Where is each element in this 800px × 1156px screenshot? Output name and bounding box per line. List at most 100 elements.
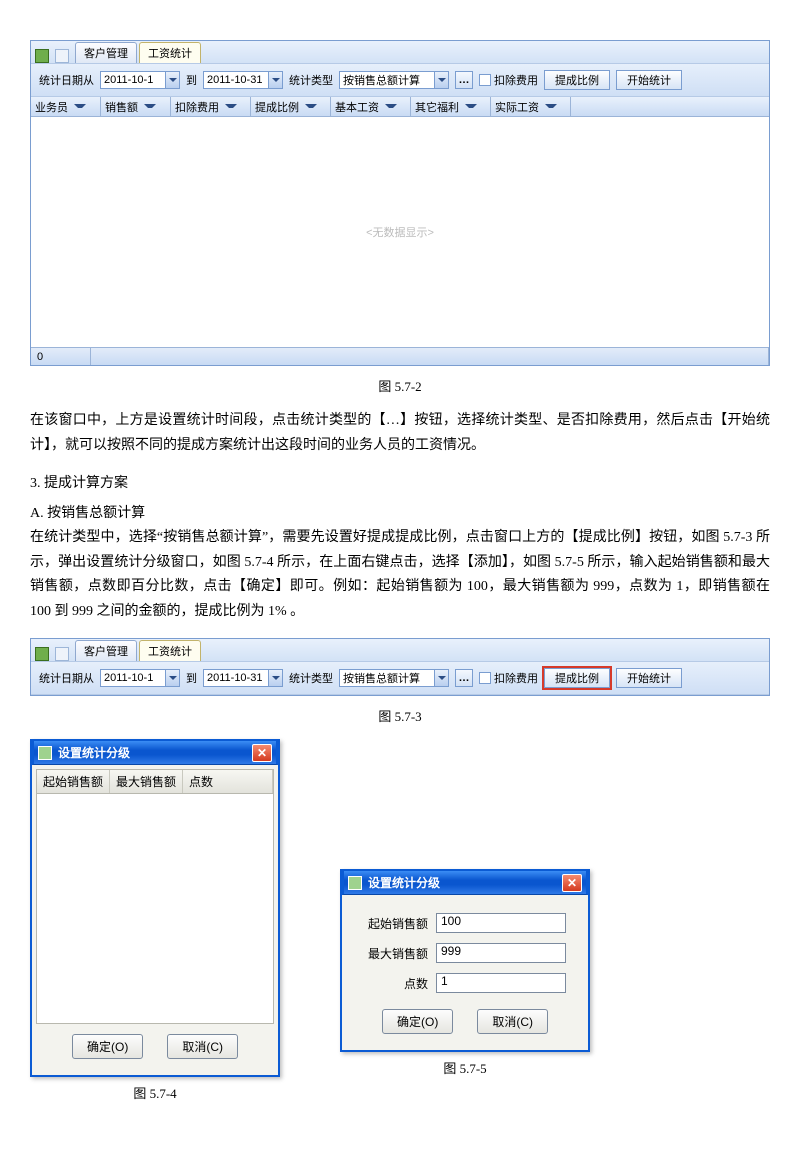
chevron-down-icon[interactable] [268,670,282,686]
panel-icon [55,647,69,661]
chevron-down-icon[interactable] [165,670,179,686]
tier-settings-dialog-empty: 设置统计分级 ✕ 起始销售额 最大销售额 点数 确定(O) 取消(C) [30,739,280,1077]
dialog-body: 起始销售额 100 最大销售额 999 点数 1 确定(O) 取消(C) [342,895,588,1050]
tier-list-body[interactable] [36,794,274,1024]
status-spacer [91,348,769,365]
max-sales-label: 最大销售额 [358,945,428,962]
window-tabs-2: 客户管理 工资统计 [31,639,769,661]
close-button[interactable]: ✕ [252,744,272,762]
points-label: 点数 [358,975,428,992]
stat-type-select[interactable]: 按销售总额计算 [339,71,449,89]
row-points: 点数 1 [358,973,572,993]
row-max-sales: 最大销售额 999 [358,943,572,963]
row-start-sales: 起始销售额 100 [358,913,572,933]
chevron-down-icon [74,101,86,112]
dialogs-row: 设置统计分级 ✕ 起始销售额 最大销售额 点数 确定(O) 取消(C) 图 5.… [30,739,770,1116]
start-stats-button[interactable]: 开始统计 [616,668,682,688]
heading-A: A. 按销售总额计算 [30,502,770,522]
stat-type-label: 统计类型 [289,72,333,88]
figure-5-7-4: 设置统计分级 ✕ 起始销售额 最大销售额 点数 确定(O) 取消(C) 图 5.… [30,739,280,1116]
tab-salary-stats[interactable]: 工资统计 [139,640,201,661]
salary-stats-window-2: 客户管理 工资统计 统计日期从 2011-10-1 到 2011-10-31 统… [30,638,770,696]
date-from-input[interactable]: 2011-10-1 [100,71,180,89]
figure-5-7-5: 设置统计分级 ✕ 起始销售额 100 最大销售额 999 点数 1 [340,869,590,1091]
date-from-input[interactable]: 2011-10-1 [100,669,180,687]
figure-caption-5-7-5: 图 5.7-5 [443,1058,486,1077]
chevron-down-icon [385,101,397,112]
checkbox-icon [479,74,491,86]
grid-column-headers: 业务员 销售额 扣除费用 提成比例 基本工资 其它福利 实际工资 [31,97,769,117]
tier-settings-dialog-form: 设置统计分级 ✕ 起始销售额 100 最大销售额 999 点数 1 [340,869,590,1052]
figure-5-7-3: 客户管理 工资统计 统计日期从 2011-10-1 到 2011-10-31 统… [30,638,770,696]
start-stats-button[interactable]: 开始统计 [616,70,682,90]
tab-salary-stats[interactable]: 工资统计 [139,42,201,63]
dialog-titlebar: 设置统计分级 ✕ [32,739,278,765]
panel-icon [55,49,69,63]
col-ratio[interactable]: 提成比例 [251,97,331,116]
date-to-input[interactable]: 2011-10-31 [203,669,283,687]
commission-ratio-button[interactable]: 提成比例 [544,70,610,90]
chevron-down-icon [225,101,237,112]
start-sales-input[interactable]: 100 [436,913,566,933]
grid-empty-body: <无数据显示> [31,117,769,347]
dialog-buttons: 确定(O) 取消(C) [36,1024,274,1071]
checkbox-icon [479,672,491,684]
chevron-down-icon[interactable] [434,72,448,88]
dialog-icon [38,746,52,760]
cancel-button[interactable]: 取消(C) [167,1034,238,1059]
tier-list-header: 起始销售额 最大销售额 点数 [36,769,274,794]
chevron-down-icon[interactable] [268,72,282,88]
empty-placeholder-text: <无数据显示> [366,224,434,240]
app-icon [35,49,49,63]
stat-type-ellipsis-button[interactable]: … [455,669,473,687]
date-to-input[interactable]: 2011-10-31 [203,71,283,89]
stats-toolbar-2: 统计日期从 2011-10-1 到 2011-10-31 统计类型 按销售总额计… [31,661,769,695]
col-start-sales: 起始销售额 [37,770,110,793]
stats-toolbar: 统计日期从 2011-10-1 到 2011-10-31 统计类型 按销售总额计… [31,63,769,97]
figure-5-7-2: 客户管理 工资统计 统计日期从 2011-10-1 到 2011-10-31 统… [30,40,770,366]
stat-type-ellipsis-button[interactable]: … [455,71,473,89]
tier-form: 起始销售额 100 最大销售额 999 点数 1 [346,899,584,999]
deduct-fee-checkbox[interactable]: 扣除费用 [479,670,538,686]
dialog-title: 设置统计分级 [368,874,440,891]
date-from-label: 统计日期从 [39,72,94,88]
dialog-body: 起始销售额 最大销售额 点数 确定(O) 取消(C) [32,765,278,1075]
dialog-title: 设置统计分级 [58,744,130,761]
date-from-label: 统计日期从 [39,670,94,686]
tab-customers[interactable]: 客户管理 [75,42,137,63]
col-actual-salary[interactable]: 实际工资 [491,97,571,116]
col-other-benefit[interactable]: 其它福利 [411,97,491,116]
dialog-icon [348,876,362,890]
tab-customers[interactable]: 客户管理 [75,640,137,661]
col-sales[interactable]: 销售额 [101,97,171,116]
window-tabs: 客户管理 工资统计 [31,41,769,63]
start-sales-label: 起始销售额 [358,915,428,932]
ok-button[interactable]: 确定(O) [382,1009,453,1034]
max-sales-input[interactable]: 999 [436,943,566,963]
figure-caption-5-7-3: 图 5.7-3 [30,706,770,725]
chevron-down-icon[interactable] [165,72,179,88]
date-to-label: 到 [186,72,197,88]
cancel-button[interactable]: 取消(C) [477,1009,548,1034]
stat-type-select[interactable]: 按销售总额计算 [339,669,449,687]
col-deduction[interactable]: 扣除费用 [171,97,251,116]
chevron-down-icon [144,101,156,112]
deduct-fee-checkbox[interactable]: 扣除费用 [479,72,538,88]
col-base-salary[interactable]: 基本工资 [331,97,411,116]
chevron-down-icon [465,101,477,112]
dialog-titlebar: 设置统计分级 ✕ [342,869,588,895]
stat-type-label: 统计类型 [289,670,333,686]
close-button[interactable]: ✕ [562,874,582,892]
chevron-down-icon[interactable] [434,670,448,686]
chevron-down-icon [305,101,317,112]
dialog-buttons: 确定(O) 取消(C) [346,999,584,1046]
status-count: 0 [31,348,91,365]
points-input[interactable]: 1 [436,973,566,993]
paragraph-2: 在统计类型中，选择“按销售总额计算”，需要先设置好提成提成比例，点击窗口上方的【… [30,526,770,624]
col-salesperson[interactable]: 业务员 [31,97,101,116]
figure-caption-5-7-4: 图 5.7-4 [133,1083,176,1102]
paragraph-1: 在该窗口中，上方是设置统计时间段，点击统计类型的【…】按钮，选择统计类型、是否扣… [30,409,770,458]
ok-button[interactable]: 确定(O) [72,1034,143,1059]
commission-ratio-button[interactable]: 提成比例 [544,668,610,688]
figure-caption-5-7-2: 图 5.7-2 [30,376,770,395]
